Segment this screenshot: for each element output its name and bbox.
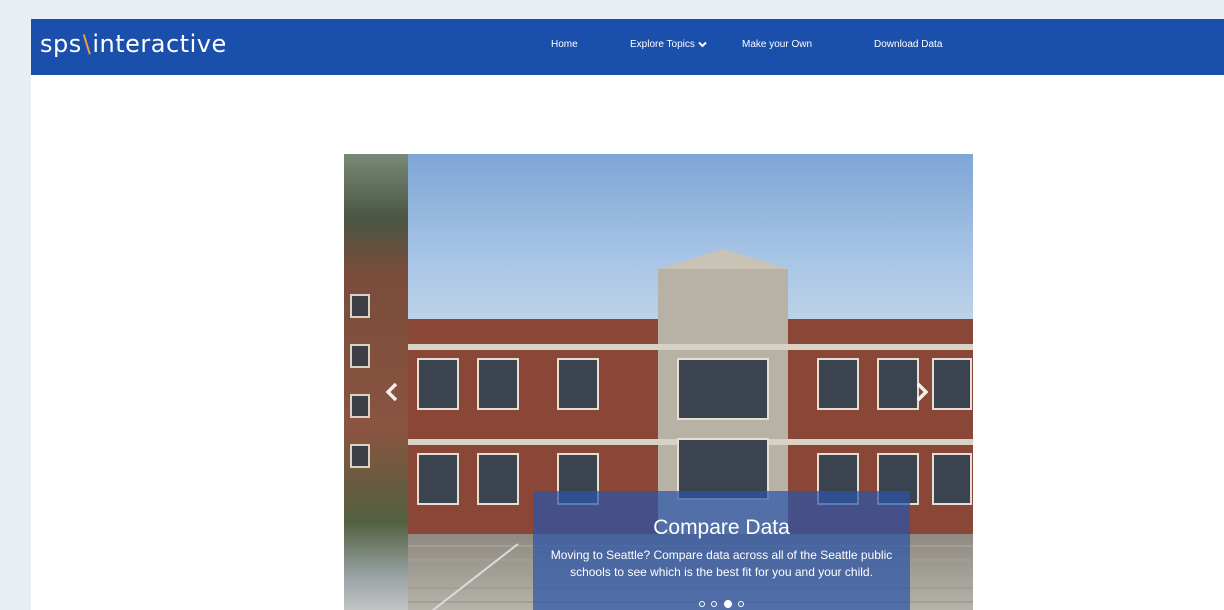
carousel-indicators	[533, 594, 910, 610]
navbar: sps\interactive Home Explore Topics Make…	[31, 19, 1224, 75]
carousel-indicator-3[interactable]	[723, 600, 732, 608]
nav-make-your-own[interactable]: Make your Own	[742, 39, 812, 50]
nav-explore-topics[interactable]: Explore Topics	[630, 39, 707, 50]
nav-download-data[interactable]: Download Data	[874, 39, 942, 50]
carousel-indicator-2[interactable]	[711, 601, 718, 607]
chevron-right-icon[interactable]	[915, 382, 929, 402]
chevron-down-icon	[698, 41, 707, 48]
carousel-previous-slide-image	[344, 154, 409, 610]
nav-explore-label: Explore Topics	[630, 39, 695, 50]
caption-text: Moving to Seattle? Compare data across a…	[550, 548, 893, 579]
image-carousel[interactable]: Compare Data Moving to Seattle? Compare …	[344, 154, 973, 610]
brand-logo[interactable]: sps\interactive	[40, 30, 227, 58]
chevron-left-icon[interactable]	[385, 382, 399, 402]
brand-slash: \	[82, 30, 92, 58]
carousel-caption: Compare Data Moving to Seattle? Compare …	[533, 491, 910, 610]
page: sps\interactive Home Explore Topics Make…	[31, 19, 1224, 610]
carousel-indicator-4[interactable]	[738, 601, 745, 607]
brand-interactive: interactive	[92, 30, 227, 58]
carousel-indicator-1[interactable]	[698, 601, 705, 607]
nav-download-label: Download Data	[874, 39, 943, 50]
nav-home[interactable]: Home	[551, 39, 578, 50]
brand-sps: sps	[40, 30, 82, 58]
nav-make-label: Make your Own	[742, 39, 813, 50]
caption-title: Compare Data	[653, 516, 790, 539]
nav-home-label: Home	[551, 39, 578, 50]
